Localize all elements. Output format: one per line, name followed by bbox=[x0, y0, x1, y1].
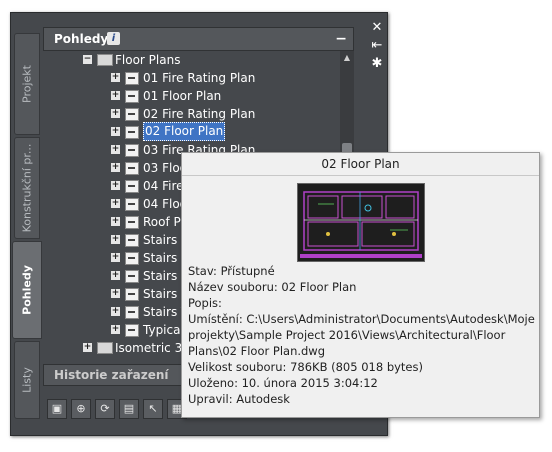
view-icon bbox=[125, 234, 139, 247]
view-icon bbox=[125, 216, 139, 229]
tree-row-label: Isometric 3 bbox=[115, 341, 183, 355]
view-icon bbox=[125, 306, 139, 319]
view-icon bbox=[125, 252, 139, 265]
tree-row-label: 04 Fire bbox=[143, 179, 184, 193]
tab-pohledy[interactable]: Pohledy bbox=[12, 241, 42, 339]
tooltip-location: Umístění: C:\Users\Administrator\Documen… bbox=[188, 312, 535, 358]
scroll-up-arrow-icon[interactable]: ▲ bbox=[340, 51, 354, 65]
tooltip-saved: Uloženo: 10. února 2015 3:04:12 bbox=[188, 376, 378, 390]
properties-icon[interactable]: ✱ bbox=[367, 55, 387, 73]
pointer-button[interactable]: ↖ bbox=[143, 399, 163, 419]
vertical-tab-strip: Projekt Konstrukční pr... Pohledy Listy bbox=[11, 13, 42, 435]
tab-listy[interactable]: Listy bbox=[14, 341, 40, 419]
expand-node-icon[interactable]: + bbox=[111, 271, 120, 280]
view-icon bbox=[125, 288, 139, 301]
floor-plan-thumbnail-icon bbox=[297, 183, 425, 262]
expand-node-icon[interactable]: + bbox=[111, 235, 120, 244]
view-icon bbox=[125, 162, 139, 175]
add-view-button[interactable]: ⊕ bbox=[71, 399, 91, 419]
folder-icon bbox=[97, 54, 113, 66]
tree-row-label: Typical bbox=[143, 323, 184, 337]
expand-node-icon[interactable]: + bbox=[111, 181, 120, 190]
view-icon bbox=[125, 144, 139, 157]
view-icon bbox=[125, 270, 139, 283]
tooltip-filesize: Velikost souboru: 786KB (805 018 bytes) bbox=[188, 360, 423, 374]
expand-node-icon[interactable]: + bbox=[111, 91, 120, 100]
expand-node-icon[interactable]: + bbox=[111, 127, 120, 136]
tab-projekt[interactable]: Projekt bbox=[14, 33, 40, 135]
tab-pohledy-label: Pohledy bbox=[20, 265, 34, 315]
regenerate-button[interactable]: ⟳ bbox=[95, 399, 115, 419]
view-icon bbox=[125, 324, 139, 337]
panel-header: Pohledy i − bbox=[43, 27, 354, 51]
tooltip-info: Stav: Přístupné Název souboru: 02 Floor … bbox=[188, 263, 536, 407]
view-icon bbox=[125, 90, 139, 103]
collapse-node-icon[interactable]: − bbox=[83, 55, 92, 64]
view-icon bbox=[125, 108, 139, 121]
expand-node-icon[interactable]: + bbox=[111, 73, 120, 82]
tree-view-row[interactable]: +01 Fire Rating Plan bbox=[43, 69, 339, 87]
callout-button[interactable]: ▤ bbox=[119, 399, 139, 419]
tree-view-row[interactable]: +02 Fire Rating Plan bbox=[43, 105, 339, 123]
view-icon bbox=[125, 180, 139, 193]
expand-node-icon[interactable]: + bbox=[83, 343, 92, 352]
tooltip-divider bbox=[182, 175, 539, 176]
view-icon bbox=[125, 72, 139, 85]
tree-row-label: Floor Plans bbox=[115, 53, 181, 67]
view-tooltip: 02 Floor Plan Stav: Přístupné Název soub… bbox=[181, 152, 540, 418]
tab-listy-label: Listy bbox=[20, 367, 34, 393]
tab-konstrukcni[interactable]: Konstrukční pr... bbox=[14, 137, 40, 239]
tree-row-label: 02 Floor Plan bbox=[143, 122, 226, 141]
expand-node-icon[interactable]: + bbox=[111, 145, 120, 154]
tab-konstrukcni-label: Konstrukční pr... bbox=[20, 143, 34, 233]
expand-node-icon[interactable]: + bbox=[111, 217, 120, 226]
tree-view-row[interactable]: +02 Floor Plan bbox=[43, 122, 339, 141]
collapse-button[interactable]: − bbox=[335, 28, 347, 50]
view-icon bbox=[125, 198, 139, 211]
tree-folder-row[interactable]: − Floor Plans bbox=[43, 51, 339, 69]
expand-node-icon[interactable]: + bbox=[111, 253, 120, 262]
info-icon[interactable]: i bbox=[107, 32, 120, 45]
tree-row-label: 01 Floor Plan bbox=[143, 89, 222, 103]
tree-row-label: 01 Fire Rating Plan bbox=[143, 71, 256, 85]
expand-node-icon[interactable]: + bbox=[111, 199, 120, 208]
tooltip-status: Stav: Přístupné bbox=[188, 264, 275, 278]
expand-node-icon[interactable]: + bbox=[111, 109, 120, 118]
tooltip-title: 02 Floor Plan bbox=[321, 157, 400, 171]
tree-row-label: 02 Fire Rating Plan bbox=[143, 107, 256, 121]
panel-title: Pohledy bbox=[54, 32, 109, 46]
tooltip-filename: Název souboru: 02 Floor Plan bbox=[188, 280, 357, 294]
tree-view-row[interactable]: +01 Floor Plan bbox=[43, 87, 339, 105]
expand-node-icon[interactable]: + bbox=[111, 163, 120, 172]
close-icon[interactable]: ✕ bbox=[367, 19, 387, 37]
view-icon bbox=[125, 126, 139, 139]
history-section-label: Historie zařazení bbox=[54, 368, 169, 382]
expand-node-icon[interactable]: + bbox=[111, 325, 120, 334]
tooltip-description: Popis: bbox=[188, 296, 222, 310]
tab-projekt-label: Projekt bbox=[20, 65, 34, 103]
tree-row-label: Roof Pl bbox=[143, 215, 185, 229]
folder-icon bbox=[97, 342, 113, 354]
tooltip-modified-by: Upravil: Autodesk bbox=[188, 392, 290, 406]
autohide-icon[interactable]: ⇤ bbox=[367, 37, 387, 55]
expand-node-icon[interactable]: + bbox=[111, 289, 120, 298]
expand-node-icon[interactable]: + bbox=[111, 307, 120, 316]
palette-side-controls: ✕ ⇤ ✱ bbox=[367, 19, 387, 73]
new-view-button[interactable]: ▣ bbox=[47, 399, 67, 419]
